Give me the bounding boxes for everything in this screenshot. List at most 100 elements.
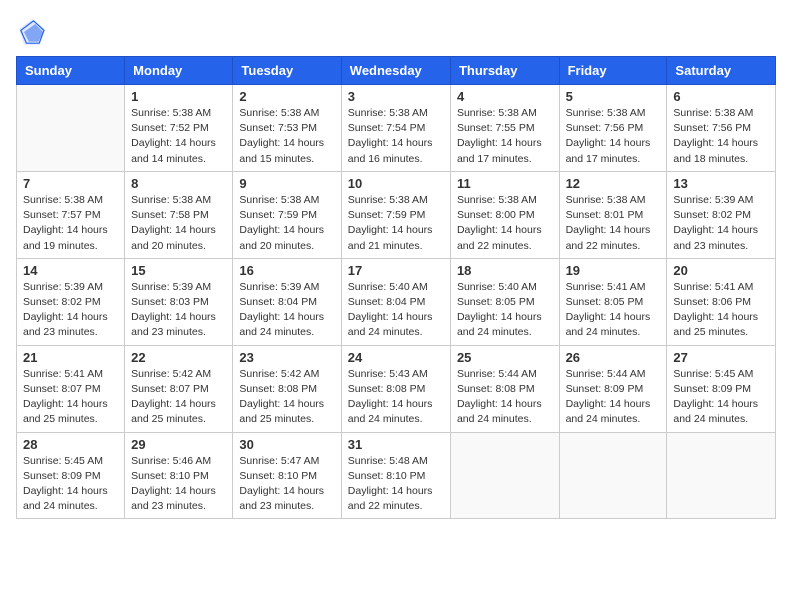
day-number: 18 (457, 263, 553, 278)
day-info: Sunrise: 5:38 AM Sunset: 7:59 PM Dayligh… (239, 193, 334, 254)
day-info: Sunrise: 5:38 AM Sunset: 7:57 PM Dayligh… (23, 193, 118, 254)
day-info: Sunrise: 5:38 AM Sunset: 7:56 PM Dayligh… (673, 106, 769, 167)
day-number: 22 (131, 350, 226, 365)
header (16, 16, 776, 48)
day-info: Sunrise: 5:39 AM Sunset: 8:04 PM Dayligh… (239, 280, 334, 341)
calendar-cell: 13Sunrise: 5:39 AM Sunset: 8:02 PM Dayli… (667, 171, 776, 258)
calendar-cell (450, 432, 559, 519)
day-number: 16 (239, 263, 334, 278)
calendar-cell: 28 Sunrise: 5:45 AM Sunset: 8:09 PM Dayli… (17, 432, 125, 519)
calendar-cell: 31 Sunrise: 5:48 AM Sunset: 8:10 PM Dayli… (341, 432, 450, 519)
day-number: 4 (457, 89, 553, 104)
day-number: 6 (673, 89, 769, 104)
day-info: Sunrise: 5:38 AM Sunset: 7:53 PM Dayligh… (239, 106, 334, 167)
day-info: Sunrise: 5:45 AM Sunset: 8:09 PM Dayligh… (23, 454, 118, 515)
day-number: 7 (23, 176, 118, 191)
calendar-cell: 10 Sunrise: 5:38 AM Sunset: 7:59 PM Dayli… (341, 171, 450, 258)
day-number: 15 (131, 263, 226, 278)
calendar-cell: 7 Sunrise: 5:38 AM Sunset: 7:57 PM Daylig… (17, 171, 125, 258)
calendar-cell: 29 Sunrise: 5:46 AM Sunset: 8:10 PM Dayli… (125, 432, 233, 519)
day-number: 8 (131, 176, 226, 191)
calendar-cell: 19 Sunrise: 5:41 AM Sunset: 8:05 PM Dayli… (559, 258, 667, 345)
calendar-cell: 25 Sunrise: 5:44 AM Sunset: 8:08 PM Dayli… (450, 345, 559, 432)
day-info: Sunrise: 5:39 AM Sunset: 8:03 PM Dayligh… (131, 280, 226, 341)
day-number: 19 (566, 263, 661, 278)
day-number: 23 (239, 350, 334, 365)
day-info: Sunrise: 5:38 AM Sunset: 7:58 PM Dayligh… (131, 193, 226, 254)
weekday-header: Wednesday (341, 57, 450, 85)
day-number: 9 (239, 176, 334, 191)
day-number: 30 (239, 437, 334, 452)
calendar-cell (559, 432, 667, 519)
day-number: 20 (673, 263, 769, 278)
day-info: Sunrise: 5:43 AM Sunset: 8:08 PM Dayligh… (348, 367, 444, 428)
day-number: 27 (673, 350, 769, 365)
calendar-week-row: 1 Sunrise: 5:38 AM Sunset: 7:52 PM Daylig… (17, 85, 776, 172)
calendar: SundayMondayTuesdayWednesdayThursdayFrid… (16, 56, 776, 519)
calendar-header-row: SundayMondayTuesdayWednesdayThursdayFrid… (17, 57, 776, 85)
day-info: Sunrise: 5:38 AM Sunset: 8:01 PM Dayligh… (566, 193, 661, 254)
calendar-cell: 2 Sunrise: 5:38 AM Sunset: 7:53 PM Daylig… (233, 85, 341, 172)
calendar-week-row: 28 Sunrise: 5:45 AM Sunset: 8:09 PM Dayli… (17, 432, 776, 519)
day-number: 29 (131, 437, 226, 452)
day-number: 21 (23, 350, 118, 365)
day-info: Sunrise: 5:44 AM Sunset: 8:08 PM Dayligh… (457, 367, 553, 428)
calendar-cell: 1 Sunrise: 5:38 AM Sunset: 7:52 PM Daylig… (125, 85, 233, 172)
day-number: 10 (348, 176, 444, 191)
calendar-cell: 21Sunrise: 5:41 AM Sunset: 8:07 PM Dayli… (17, 345, 125, 432)
calendar-week-row: 14Sunrise: 5:39 AM Sunset: 8:02 PM Dayli… (17, 258, 776, 345)
weekday-header: Tuesday (233, 57, 341, 85)
day-number: 1 (131, 89, 226, 104)
calendar-cell: 22Sunrise: 5:42 AM Sunset: 8:07 PM Dayli… (125, 345, 233, 432)
calendar-cell: 4Sunrise: 5:38 AM Sunset: 7:55 PM Daylig… (450, 85, 559, 172)
calendar-cell: 30Sunrise: 5:47 AM Sunset: 8:10 PM Dayli… (233, 432, 341, 519)
day-info: Sunrise: 5:38 AM Sunset: 7:59 PM Dayligh… (348, 193, 444, 254)
day-number: 2 (239, 89, 334, 104)
calendar-cell: 11 Sunrise: 5:38 AM Sunset: 8:00 PM Dayli… (450, 171, 559, 258)
day-number: 11 (457, 176, 553, 191)
calendar-cell: 18 Sunrise: 5:40 AM Sunset: 8:05 PM Dayli… (450, 258, 559, 345)
day-info: Sunrise: 5:38 AM Sunset: 8:00 PM Dayligh… (457, 193, 553, 254)
weekday-header: Friday (559, 57, 667, 85)
weekday-header: Monday (125, 57, 233, 85)
day-number: 26 (566, 350, 661, 365)
day-number: 3 (348, 89, 444, 104)
calendar-cell: 14Sunrise: 5:39 AM Sunset: 8:02 PM Dayli… (17, 258, 125, 345)
day-info: Sunrise: 5:44 AM Sunset: 8:09 PM Dayligh… (566, 367, 661, 428)
calendar-cell: 3Sunrise: 5:38 AM Sunset: 7:54 PM Daylig… (341, 85, 450, 172)
weekday-header: Thursday (450, 57, 559, 85)
day-info: Sunrise: 5:40 AM Sunset: 8:04 PM Dayligh… (348, 280, 444, 341)
calendar-cell (667, 432, 776, 519)
calendar-cell: 16 Sunrise: 5:39 AM Sunset: 8:04 PM Dayli… (233, 258, 341, 345)
day-number: 5 (566, 89, 661, 104)
logo-icon (16, 16, 48, 48)
day-info: Sunrise: 5:46 AM Sunset: 8:10 PM Dayligh… (131, 454, 226, 515)
day-number: 17 (348, 263, 444, 278)
day-number: 12 (566, 176, 661, 191)
day-number: 14 (23, 263, 118, 278)
day-info: Sunrise: 5:38 AM Sunset: 7:52 PM Dayligh… (131, 106, 226, 167)
day-number: 24 (348, 350, 444, 365)
calendar-week-row: 7 Sunrise: 5:38 AM Sunset: 7:57 PM Daylig… (17, 171, 776, 258)
day-info: Sunrise: 5:41 AM Sunset: 8:06 PM Dayligh… (673, 280, 769, 341)
calendar-cell: 8 Sunrise: 5:38 AM Sunset: 7:58 PM Daylig… (125, 171, 233, 258)
day-info: Sunrise: 5:42 AM Sunset: 8:08 PM Dayligh… (239, 367, 334, 428)
logo (16, 16, 52, 48)
day-info: Sunrise: 5:40 AM Sunset: 8:05 PM Dayligh… (457, 280, 553, 341)
calendar-cell: 26 Sunrise: 5:44 AM Sunset: 8:09 PM Dayli… (559, 345, 667, 432)
day-info: Sunrise: 5:41 AM Sunset: 8:05 PM Dayligh… (566, 280, 661, 341)
day-number: 25 (457, 350, 553, 365)
calendar-cell: 15 Sunrise: 5:39 AM Sunset: 8:03 PM Dayli… (125, 258, 233, 345)
calendar-cell: 20 Sunrise: 5:41 AM Sunset: 8:06 PM Dayli… (667, 258, 776, 345)
day-info: Sunrise: 5:48 AM Sunset: 8:10 PM Dayligh… (348, 454, 444, 515)
day-number: 28 (23, 437, 118, 452)
day-info: Sunrise: 5:38 AM Sunset: 7:56 PM Dayligh… (566, 106, 661, 167)
calendar-week-row: 21Sunrise: 5:41 AM Sunset: 8:07 PM Dayli… (17, 345, 776, 432)
calendar-cell: 12 Sunrise: 5:38 AM Sunset: 8:01 PM Dayli… (559, 171, 667, 258)
weekday-header: Saturday (667, 57, 776, 85)
calendar-cell: 5 Sunrise: 5:38 AM Sunset: 7:56 PM Daylig… (559, 85, 667, 172)
calendar-cell: 27 Sunrise: 5:45 AM Sunset: 8:09 PM Dayli… (667, 345, 776, 432)
day-number: 31 (348, 437, 444, 452)
day-info: Sunrise: 5:45 AM Sunset: 8:09 PM Dayligh… (673, 367, 769, 428)
calendar-cell (17, 85, 125, 172)
